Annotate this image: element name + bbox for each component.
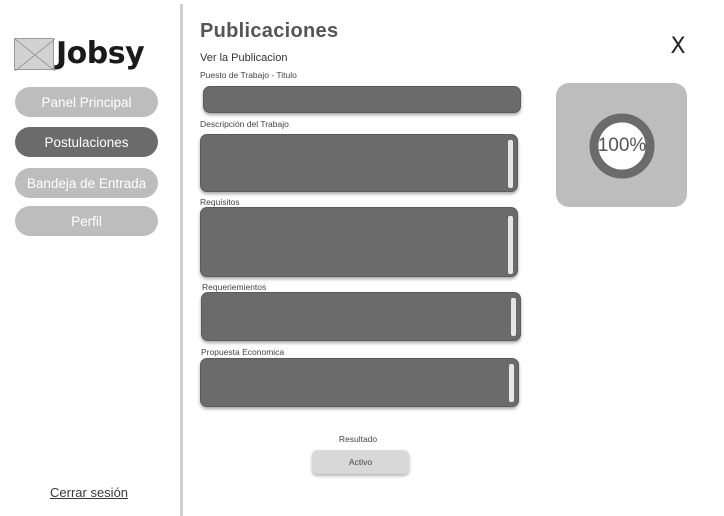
- sidebar-item-perfil[interactable]: Perfil: [15, 206, 158, 236]
- propuesta-economica-field[interactable]: [200, 358, 519, 407]
- sidebar-item-postulaciones[interactable]: Postulaciones: [15, 127, 158, 157]
- field-label-requisitos: Requisitos: [200, 197, 240, 207]
- page-title: Publicaciones: [200, 20, 339, 42]
- requisitos-scrollbar[interactable]: [508, 216, 513, 274]
- sidebar-item-bandeja-de-entrada[interactable]: Bandeja de Entrada: [15, 168, 158, 198]
- job-description-field[interactable]: [200, 134, 518, 192]
- requerimientos-field[interactable]: [201, 292, 521, 341]
- field-label-puesto: Puesto de Trabajo - Titulo: [200, 70, 297, 80]
- field-label-requerimientos: Requeriemientos: [202, 282, 267, 292]
- requisitos-field[interactable]: [200, 207, 518, 277]
- image-placeholder-icon: [14, 38, 55, 71]
- job-description-scrollbar[interactable]: [508, 140, 513, 188]
- logout-link[interactable]: Cerrar sesión: [50, 485, 128, 500]
- status-button[interactable]: Activo: [312, 450, 409, 474]
- field-label-propuesta: Propuesta Economica: [201, 347, 285, 357]
- progress-percentage: 100%: [597, 135, 647, 156]
- job-title-field[interactable]: [203, 86, 521, 113]
- brand-logo[interactable]: Jobsy: [14, 36, 145, 72]
- brand-name: Jobsy: [56, 36, 145, 71]
- close-icon[interactable]: X: [668, 36, 688, 58]
- sidebar: Jobsy Panel Principal Postulaciones Band…: [0, 0, 180, 516]
- propuesta-economica-scrollbar[interactable]: [509, 364, 514, 402]
- sidebar-divider: [180, 4, 183, 516]
- sidebar-item-panel-principal[interactable]: Panel Principal: [15, 87, 158, 117]
- result-label: Resultado: [338, 434, 378, 444]
- requerimientos-scrollbar[interactable]: [511, 298, 516, 336]
- field-label-descripcion: Descripción del Trabajo: [200, 119, 289, 129]
- page-subtitle: Ver la Publicacion: [200, 52, 288, 64]
- progress-card: 100%: [556, 83, 687, 207]
